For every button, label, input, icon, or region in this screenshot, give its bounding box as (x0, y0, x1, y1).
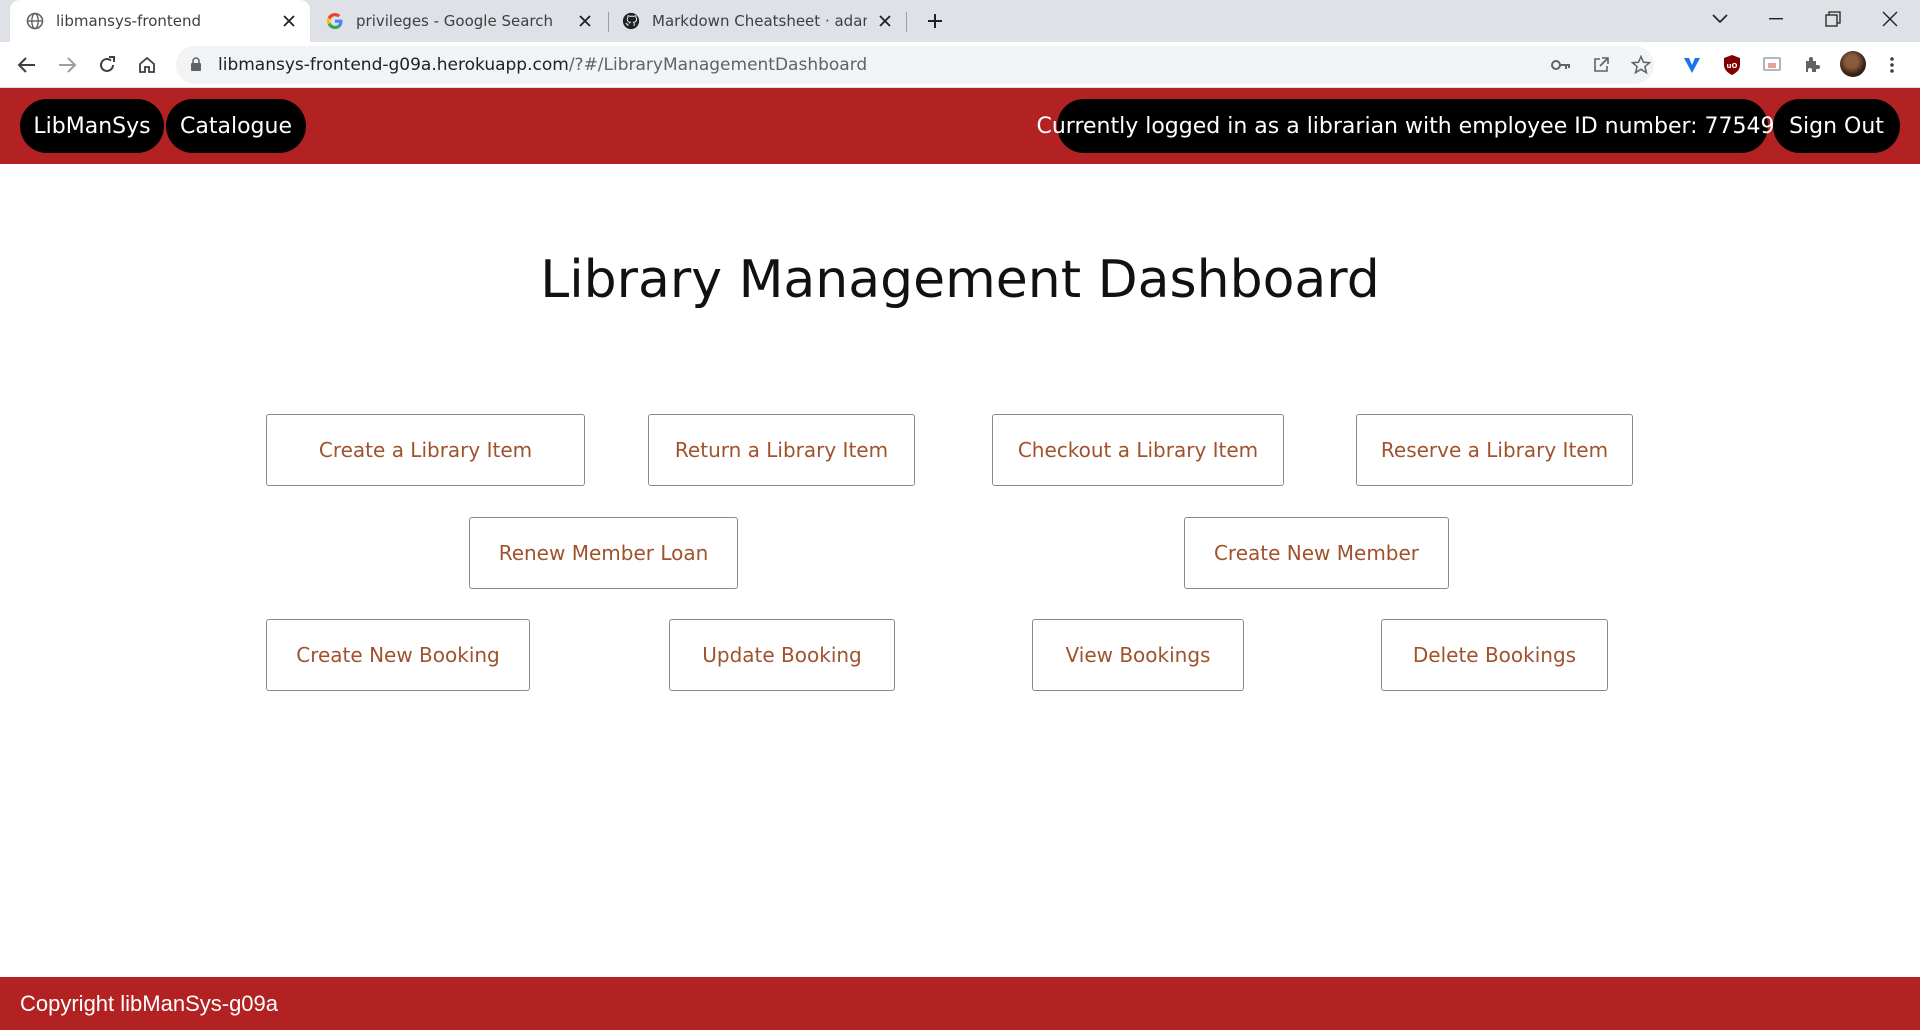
home-icon[interactable] (133, 51, 161, 79)
return-library-item-button[interactable]: Return a Library Item (648, 414, 915, 486)
url-host: libmansys-frontend-g09a.herokuapp.com (218, 55, 569, 75)
catalogue-link[interactable]: Catalogue (166, 99, 306, 153)
tab-title: privileges - Google Search (356, 12, 554, 30)
key-icon[interactable] (1550, 54, 1572, 76)
close-window-icon[interactable] (1862, 0, 1918, 38)
close-tab-icon[interactable] (278, 10, 300, 32)
address-bar[interactable]: libmansys-frontend-g09a.herokuapp.com/?#… (176, 46, 1654, 84)
copyright-text: Copyright libManSys-g09a (20, 991, 279, 1016)
url-path: /?#/LibraryManagementDashboard (568, 55, 868, 75)
view-bookings-button[interactable]: View Bookings (1032, 619, 1244, 691)
renew-member-loan-button[interactable]: Renew Member Loan (469, 517, 738, 589)
globe-icon (26, 12, 44, 30)
create-new-booking-button[interactable]: Create New Booking (266, 619, 530, 691)
google-icon (326, 12, 344, 30)
close-tab-icon[interactable] (574, 10, 596, 32)
cast-icon[interactable] (1760, 53, 1784, 77)
svg-text:uO: uO (1727, 62, 1738, 70)
create-library-item-button[interactable]: Create a Library Item (266, 414, 585, 486)
tab-markdown-cheatsheet[interactable]: Markdown Cheatsheet · adam-p/ (610, 0, 906, 42)
share-icon[interactable] (1590, 54, 1612, 76)
tab-search-chevron-icon[interactable] (1692, 0, 1748, 38)
tab-separator (906, 12, 907, 32)
create-new-member-button[interactable]: Create New Member (1184, 517, 1449, 589)
app-navbar: LibManSys Catalogue Currently logged in … (0, 88, 1920, 164)
reserve-library-item-button[interactable]: Reserve a Library Item (1356, 414, 1633, 486)
sign-out-button[interactable]: Sign Out (1773, 99, 1900, 153)
browser-tab-strip: libmansys-frontend privileges - Google S… (0, 0, 1920, 42)
page-footer: Copyright libManSys-g09a (0, 977, 1920, 1030)
url-text: libmansys-frontend-g09a.herokuapp.com/?#… (218, 46, 867, 84)
minimize-icon[interactable] (1748, 0, 1804, 38)
update-booking-button[interactable]: Update Booking (669, 619, 895, 691)
restore-icon[interactable] (1805, 0, 1861, 38)
new-tab-button[interactable] (922, 8, 948, 34)
tab-title: libmansys-frontend (56, 12, 202, 30)
tab-separator (608, 12, 609, 32)
tab-title: Markdown Cheatsheet · adam-p/ (652, 12, 867, 30)
brand-link[interactable]: LibManSys (20, 99, 164, 153)
github-icon (622, 12, 640, 30)
tab-google-search[interactable]: privileges - Google Search (310, 0, 606, 42)
tab-libmansys-frontend[interactable]: libmansys-frontend (10, 0, 310, 42)
lock-icon[interactable] (190, 57, 202, 76)
more-menu-icon[interactable] (1880, 53, 1904, 77)
browser-toolbar: libmansys-frontend-g09a.herokuapp.com/?#… (0, 42, 1920, 88)
extensions-puzzle-icon[interactable] (1800, 53, 1824, 77)
login-status-badge: Currently logged in as a librarian with … (1036, 99, 1789, 153)
back-arrow-icon[interactable] (13, 51, 41, 79)
page-title: Library Management Dashboard (540, 250, 1380, 310)
extension-v-icon[interactable] (1680, 53, 1704, 77)
profile-avatar[interactable] (1840, 51, 1866, 77)
delete-bookings-button[interactable]: Delete Bookings (1381, 619, 1608, 691)
forward-arrow-icon[interactable] (53, 51, 81, 79)
close-tab-icon[interactable] (874, 10, 896, 32)
bookmark-star-icon[interactable] (1630, 54, 1652, 76)
checkout-library-item-button[interactable]: Checkout a Library Item (992, 414, 1284, 486)
reload-icon[interactable] (93, 51, 121, 79)
ublock-origin-icon[interactable]: uO (1720, 53, 1744, 77)
